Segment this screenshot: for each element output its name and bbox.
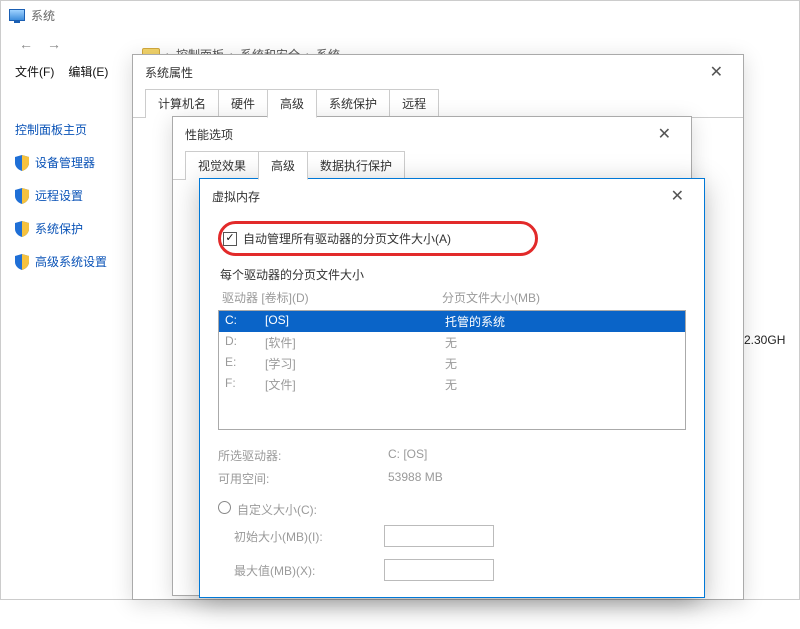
virtual-memory-titlebar: 虚拟内存 ✕ xyxy=(200,179,704,213)
col-drive: 驱动器 [卷标](D) xyxy=(222,289,442,306)
control-panel-sidebar: 控制面板主页 设备管理器 远程设置 系统保护 高级系统设置 xyxy=(15,121,145,286)
drive-volume: [文件] xyxy=(265,376,445,393)
per-drive-label: 每个驱动器的分页文件大小 xyxy=(220,266,686,283)
tab-computer-name[interactable]: 计算机名 xyxy=(145,89,219,118)
system-window-titlebar: 系统 xyxy=(1,1,799,29)
sidebar-title[interactable]: 控制面板主页 xyxy=(15,121,145,138)
sidebar-item-label: 系统保护 xyxy=(35,220,83,237)
system-properties-titlebar: 系统属性 ✕ xyxy=(133,55,743,89)
close-icon[interactable]: ✕ xyxy=(702,58,731,86)
drive-letter: F: xyxy=(225,376,265,393)
sidebar-item-label: 高级系统设置 xyxy=(35,253,107,270)
menu-edit[interactable]: 编辑(E) xyxy=(68,63,108,80)
sidebar-item-advanced[interactable]: 高级系统设置 xyxy=(15,253,145,270)
sidebar-item-remote[interactable]: 远程设置 xyxy=(15,187,145,204)
cpu-speed-text: 2.30GH xyxy=(744,333,785,347)
custom-size-label: 自定义大小(C): xyxy=(237,501,317,518)
drive-info: 所选驱动器: C: [OS] 可用空间: 53988 MB 自定义大小(C): … xyxy=(218,444,686,583)
tab-advanced[interactable]: 高级 xyxy=(258,151,308,180)
sidebar-item-label: 设备管理器 xyxy=(35,154,95,171)
shield-icon xyxy=(15,155,29,171)
auto-manage-highlight: 自动管理所有驱动器的分页文件大小(A) xyxy=(218,221,538,256)
dialog-title: 性能选项 xyxy=(185,126,233,143)
drive-row-d[interactable]: D: [软件] 无 xyxy=(219,332,685,353)
initial-size-label: 初始大小(MB)(I): xyxy=(234,528,374,545)
drive-pagefile: 无 xyxy=(445,355,679,372)
free-space-value: 53988 MB xyxy=(388,470,443,487)
shield-icon xyxy=(15,221,29,237)
max-size-label: 最大值(MB)(X): xyxy=(234,562,374,579)
system-window-title: 系统 xyxy=(31,7,55,24)
drive-volume: [OS] xyxy=(265,313,445,330)
virtual-memory-body: 自动管理所有驱动器的分页文件大小(A) 每个驱动器的分页文件大小 驱动器 [卷标… xyxy=(200,213,704,583)
drive-letter: D: xyxy=(225,334,265,351)
nav-back-icon[interactable]: ← xyxy=(19,36,33,52)
shield-icon xyxy=(15,254,29,270)
drive-letter: C: xyxy=(225,313,265,330)
nav-forward-icon[interactable]: → xyxy=(47,36,61,52)
performance-options-titlebar: 性能选项 ✕ xyxy=(173,117,691,151)
system-properties-tabs: 计算机名 硬件 高级 系统保护 远程 xyxy=(133,89,743,118)
sidebar-item-device-manager[interactable]: 设备管理器 xyxy=(15,154,145,171)
tab-visual-effects[interactable]: 视觉效果 xyxy=(185,151,259,180)
tab-hardware[interactable]: 硬件 xyxy=(218,89,268,118)
tab-dep[interactable]: 数据执行保护 xyxy=(307,151,405,180)
virtual-memory-dialog: 虚拟内存 ✕ 自动管理所有驱动器的分页文件大小(A) 每个驱动器的分页文件大小 … xyxy=(199,178,705,598)
shield-icon xyxy=(15,188,29,204)
tab-advanced[interactable]: 高级 xyxy=(267,89,317,118)
monitor-icon xyxy=(9,9,25,21)
max-size-input[interactable] xyxy=(384,559,494,581)
drive-row-f[interactable]: F: [文件] 无 xyxy=(219,374,685,395)
free-space-label: 可用空间: xyxy=(218,470,388,487)
col-pagefile: 分页文件大小(MB) xyxy=(442,289,682,306)
menu-file[interactable]: 文件(F) xyxy=(15,63,54,80)
initial-size-input[interactable] xyxy=(384,525,494,547)
selected-drive-label: 所选驱动器: xyxy=(218,447,388,464)
dialog-title: 系统属性 xyxy=(145,64,193,81)
drive-row-c[interactable]: C: [OS] 托管的系统 xyxy=(219,311,685,332)
tab-remote[interactable]: 远程 xyxy=(389,89,439,118)
custom-size-radio[interactable] xyxy=(218,501,231,514)
drive-volume: [学习] xyxy=(265,355,445,372)
sidebar-item-protection[interactable]: 系统保护 xyxy=(15,220,145,237)
drive-pagefile: 无 xyxy=(445,334,679,351)
drive-pagefile: 托管的系统 xyxy=(445,313,679,330)
drive-letter: E: xyxy=(225,355,265,372)
tab-protection[interactable]: 系统保护 xyxy=(316,89,390,118)
selected-drive-value: C: [OS] xyxy=(388,447,427,464)
drive-row-e[interactable]: E: [学习] 无 xyxy=(219,353,685,374)
auto-manage-label: 自动管理所有驱动器的分页文件大小(A) xyxy=(243,230,451,247)
drive-list[interactable]: C: [OS] 托管的系统 D: [软件] 无 E: [学习] 无 F: [文件… xyxy=(218,310,686,430)
dialog-title: 虚拟内存 xyxy=(212,188,260,205)
close-icon[interactable]: ✕ xyxy=(650,120,679,148)
close-icon[interactable]: ✕ xyxy=(663,182,692,210)
auto-manage-checkbox[interactable] xyxy=(223,232,237,246)
drive-pagefile: 无 xyxy=(445,376,679,393)
drive-list-header: 驱动器 [卷标](D) 分页文件大小(MB) xyxy=(218,289,686,306)
performance-options-tabs: 视觉效果 高级 数据执行保护 xyxy=(173,151,691,180)
sidebar-item-label: 远程设置 xyxy=(35,187,83,204)
drive-volume: [软件] xyxy=(265,334,445,351)
